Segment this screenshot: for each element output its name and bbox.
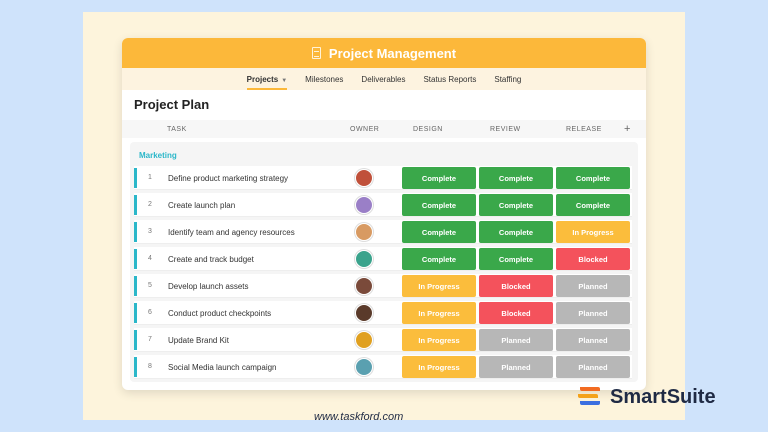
release-status-pill[interactable]: Planned (556, 302, 630, 324)
column-header-release[interactable]: RELEASE (566, 126, 602, 133)
row-number: 1 (148, 174, 152, 181)
review-status-pill[interactable]: Complete (479, 221, 553, 243)
smartsuite-logo-icon (578, 387, 600, 405)
group-color-bar (134, 249, 137, 269)
tab-label: Deliverables (361, 75, 406, 84)
release-status-pill[interactable]: Planned (556, 329, 630, 351)
tab-milestones[interactable]: Milestones (305, 75, 343, 90)
table-header: TASK OWNER DESIGN REVIEW RELEASE + (122, 120, 646, 138)
group-color-bar (134, 168, 137, 188)
review-status-pill[interactable]: Planned (479, 356, 553, 378)
design-status-pill[interactable]: In Progress (402, 329, 476, 351)
design-status-pill[interactable]: In Progress (402, 302, 476, 324)
tab-deliverables[interactable]: Deliverables (361, 75, 405, 90)
table-row[interactable]: 7 Update Brand Kit In Progress Planned Plann… (134, 328, 632, 352)
group-color-bar (134, 357, 137, 377)
table-row[interactable]: 8 Social Media launch campaign In Progress… (134, 355, 632, 379)
row-number: 2 (148, 201, 152, 208)
design-status-pill[interactable]: Complete (402, 167, 476, 189)
review-status-pill[interactable]: Complete (479, 248, 553, 270)
task-name[interactable]: Conduct product checkpoints (168, 309, 271, 318)
design-status-pill[interactable]: Complete (402, 248, 476, 270)
tab-projects[interactable]: Projects ▼ (246, 75, 288, 90)
design-status-pill[interactable]: In Progress (402, 356, 476, 378)
owner-avatar[interactable] (355, 250, 373, 268)
column-header-design[interactable]: DESIGN (413, 126, 443, 133)
row-number: 5 (148, 282, 152, 289)
table-row[interactable]: 6 Conduct product checkpoints In Progress B… (134, 301, 632, 325)
column-header-task[interactable]: TASK (167, 126, 187, 133)
release-status-pill[interactable]: Planned (556, 356, 630, 378)
owner-avatar[interactable] (355, 196, 373, 214)
owner-avatar[interactable] (355, 223, 373, 241)
chevron-down-icon: ▼ (281, 78, 288, 84)
brand-name: SmartSuite (610, 385, 716, 408)
group-color-bar (134, 195, 137, 215)
tab-label: Status Reports (423, 75, 477, 84)
review-status-pill[interactable]: Complete (479, 167, 553, 189)
review-status-pill[interactable]: Complete (479, 194, 553, 216)
row-number: 4 (148, 255, 152, 262)
column-header-owner[interactable]: OWNER (350, 126, 379, 133)
table-row[interactable]: 3 Identify team and agency resources Compl… (134, 220, 632, 244)
owner-avatar[interactable] (355, 277, 373, 295)
page-title: Project Plan (134, 97, 210, 112)
task-name[interactable]: Create launch plan (168, 201, 235, 210)
owner-avatar[interactable] (355, 358, 373, 376)
title-bar: Project Management (122, 38, 646, 68)
table-row[interactable]: 4 Create and track budget Complete Complete… (134, 247, 632, 271)
task-name[interactable]: Develop launch assets (168, 282, 249, 291)
table-row[interactable]: 1 Define product marketing strategy Comple… (134, 166, 632, 190)
design-status-pill[interactable]: In Progress (402, 275, 476, 297)
row-number: 8 (148, 363, 152, 370)
review-status-pill[interactable]: Blocked (479, 302, 553, 324)
app-window: Project Management Projects ▼ Milestones … (122, 38, 646, 390)
task-name[interactable]: Identify team and agency resources (168, 228, 295, 237)
release-status-pill[interactable]: Planned (556, 275, 630, 297)
table-row[interactable]: 5 Develop launch assets In Progress Blocked… (134, 274, 632, 298)
task-name[interactable]: Update Brand Kit (168, 336, 229, 345)
tab-label: Projects (246, 75, 279, 84)
table-row[interactable]: 2 Create launch plan Complete Complete Compl… (134, 193, 632, 217)
group-color-bar (134, 222, 137, 242)
group-color-bar (134, 276, 137, 296)
release-status-pill[interactable]: Complete (556, 194, 630, 216)
group-color-bar (134, 303, 137, 323)
group-label[interactable]: Marketing (139, 151, 177, 160)
tab-label: Staffing (494, 75, 522, 84)
owner-avatar[interactable] (355, 169, 373, 187)
tab-label: Milestones (305, 75, 344, 84)
add-column-icon[interactable]: + (624, 123, 631, 135)
column-header-review[interactable]: REVIEW (490, 126, 521, 133)
review-status-pill[interactable]: Blocked (479, 275, 553, 297)
app-title: Project Management (328, 45, 457, 61)
release-status-pill[interactable]: In Progress (556, 221, 630, 243)
release-status-pill[interactable]: Blocked (556, 248, 630, 270)
release-status-pill[interactable]: Complete (556, 167, 630, 189)
design-status-pill[interactable]: Complete (402, 194, 476, 216)
tab-staffing[interactable]: Staffing (494, 75, 521, 90)
tab-status-reports[interactable]: Status Reports (423, 75, 476, 90)
row-number: 7 (148, 336, 152, 343)
brand-logo: SmartSuite (576, 385, 716, 409)
task-name[interactable]: Create and track budget (168, 255, 254, 264)
row-number: 3 (148, 228, 152, 235)
footer-url: www.taskford.com (314, 411, 404, 423)
design-status-pill[interactable]: Complete (402, 221, 476, 243)
tab-bar: Projects ▼ Milestones Deliverables Status… (122, 68, 646, 90)
owner-avatar[interactable] (355, 331, 373, 349)
task-name[interactable]: Define product marketing strategy (168, 174, 288, 183)
owner-avatar[interactable] (355, 304, 373, 322)
group-color-bar (134, 330, 137, 350)
task-name[interactable]: Social Media launch campaign (168, 363, 277, 372)
review-status-pill[interactable]: Planned (479, 329, 553, 351)
row-number: 6 (148, 309, 152, 316)
document-icon (311, 47, 321, 59)
